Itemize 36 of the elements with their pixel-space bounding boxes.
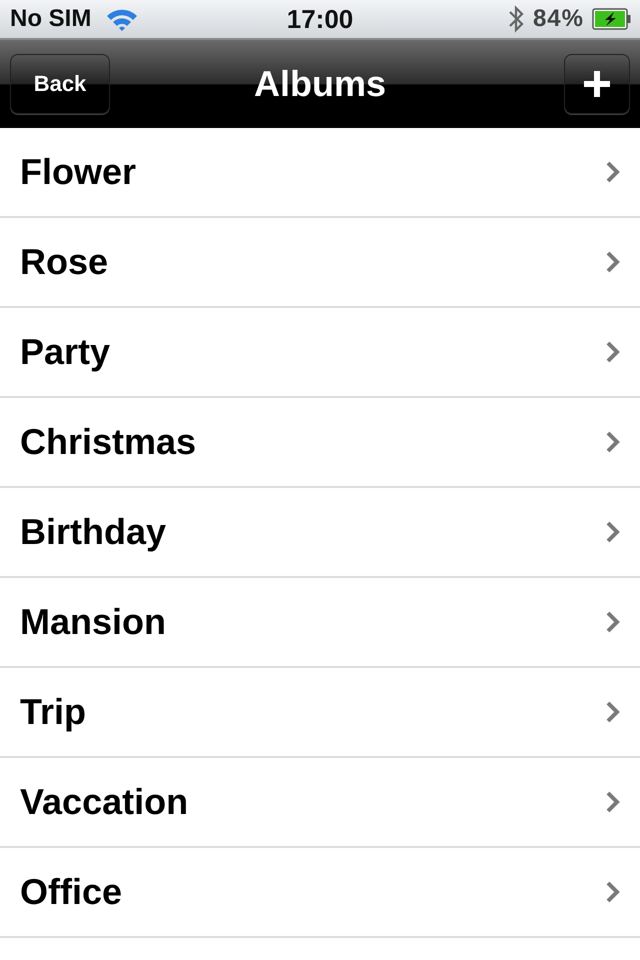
chevron-icon — [606, 701, 620, 723]
chevron-icon — [606, 611, 620, 633]
clock-time: 17:00 — [286, 4, 354, 34]
album-row[interactable]: Trip — [0, 668, 640, 758]
chevron-icon — [606, 431, 620, 453]
album-name: Vaccation — [20, 781, 188, 823]
chevron-icon — [606, 791, 620, 813]
album-row[interactable]: Birthday — [0, 488, 640, 578]
album-name: Rose — [20, 241, 108, 283]
album-name: Trip — [20, 691, 86, 733]
carrier-name: No SIM — [10, 5, 92, 33]
album-row[interactable]: Office — [0, 848, 640, 938]
nav-title: Albums — [254, 63, 386, 105]
bluetooth-icon — [506, 4, 525, 34]
chevron-icon — [606, 521, 620, 543]
plus-icon — [584, 71, 610, 97]
album-name: Flower — [20, 151, 136, 193]
album-row[interactable]: Vaccation — [0, 758, 640, 848]
album-name: Birthday — [20, 511, 166, 553]
album-row[interactable]: Christmas — [0, 398, 640, 488]
add-button[interactable] — [564, 54, 630, 114]
album-name: Mansion — [20, 601, 166, 643]
battery-percentage: 84% — [532, 5, 584, 33]
album-row[interactable]: Mansion — [0, 578, 640, 668]
chevron-icon — [606, 251, 620, 273]
album-row[interactable]: Party — [0, 308, 640, 398]
album-name: Office — [20, 871, 122, 913]
back-button[interactable]: Back — [10, 54, 110, 114]
battery-icon — [592, 8, 632, 30]
album-name: Christmas — [20, 421, 196, 463]
chevron-icon — [606, 341, 620, 363]
album-row[interactable]: Rose — [0, 218, 640, 308]
chevron-icon — [606, 881, 620, 903]
album-row[interactable]: Flower — [0, 128, 640, 218]
chevron-icon — [606, 161, 620, 183]
album-name: Party — [20, 331, 110, 373]
